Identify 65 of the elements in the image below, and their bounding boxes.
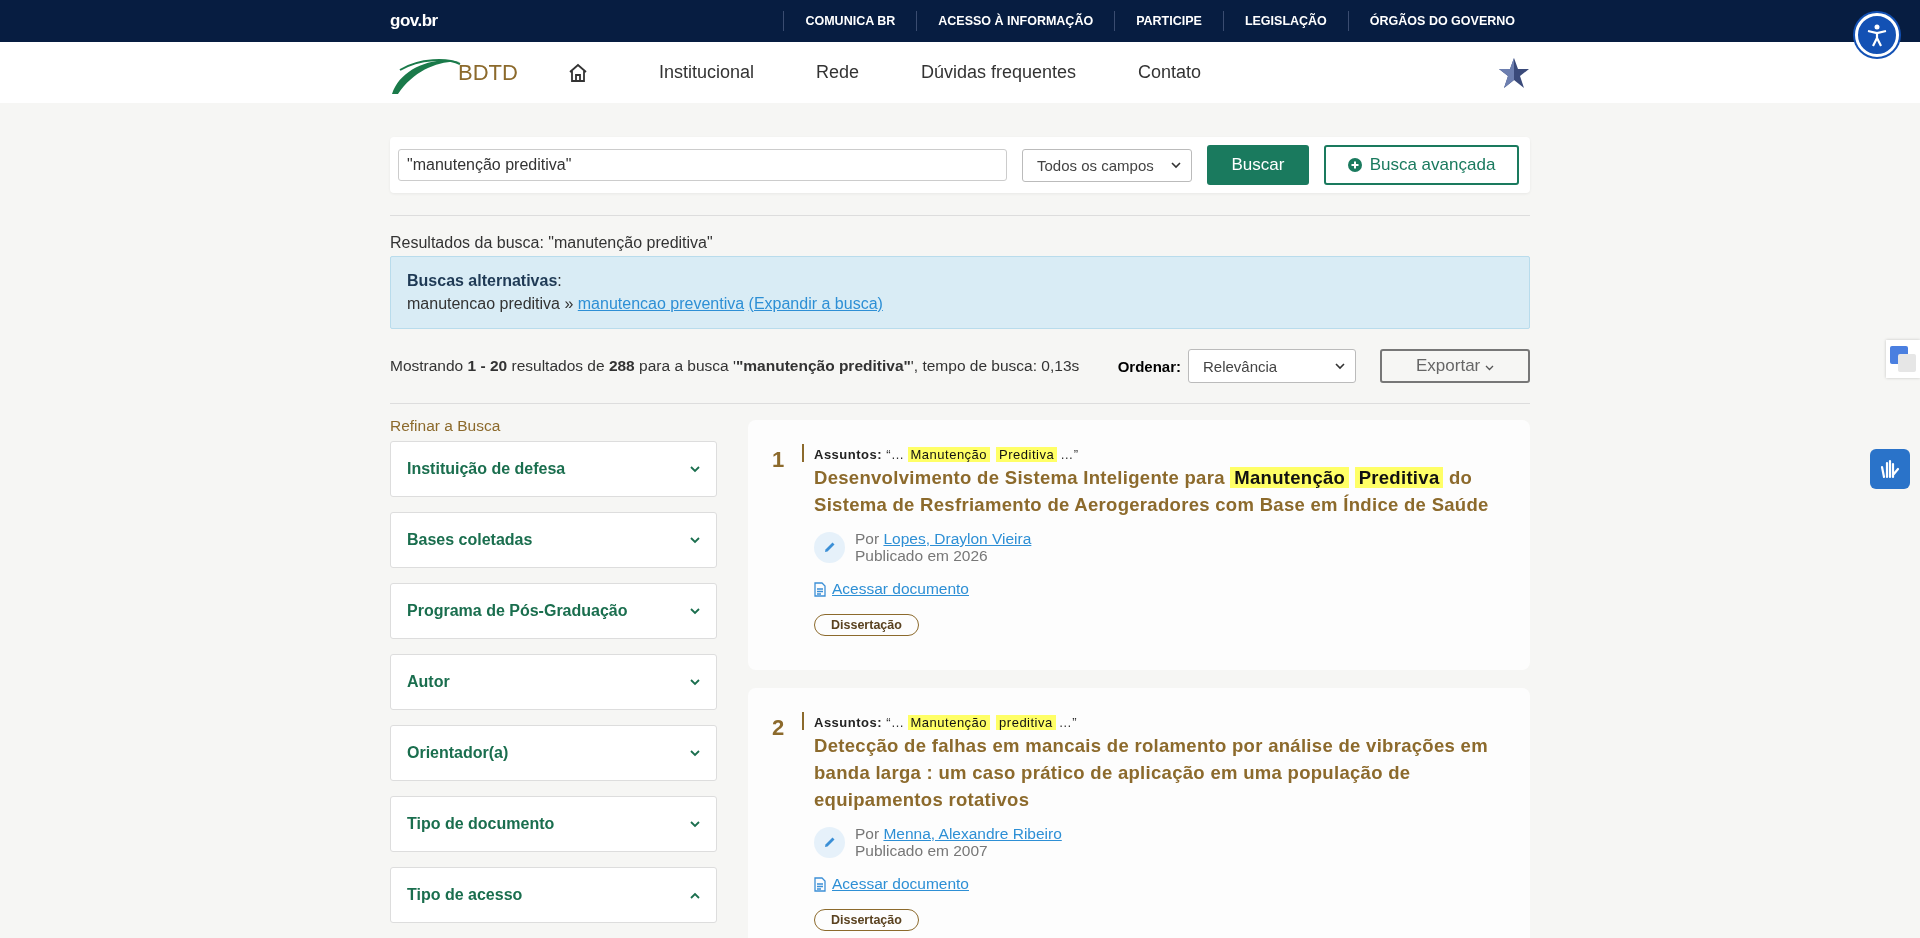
pencil-icon [814, 826, 845, 858]
plus-icon [1347, 158, 1362, 172]
document-icon [814, 876, 826, 892]
translate-icon[interactable] [1886, 340, 1920, 378]
gov-link[interactable]: ÓRGÃOS DO GOVERNO [1348, 14, 1536, 28]
nav-link[interactable]: Rede [815, 62, 859, 83]
alternatives-heading: Buscas alternativas: [407, 272, 563, 290]
home-icon[interactable] [567, 62, 588, 83]
subjects-label: Assuntos: [814, 447, 883, 462]
chevron-icon [1485, 365, 1494, 371]
published-date: Publicado em 2026 [855, 547, 989, 564]
facet-header[interactable]: Orientador(a) [390, 725, 717, 781]
sort-label: Ordenar: [1117, 357, 1181, 375]
result-title[interactable]: Desenvolvimento de Sistema Inteligente para Manutenção Preditiva do Sistema de Resfriamento de Aerogeradores com Base em Índice de Saúde [814, 464, 1500, 518]
star-emblem-icon [1498, 56, 1530, 89]
gov-link[interactable]: LEGISLAÇÃO [1223, 14, 1348, 28]
bdtd-logo[interactable]: BDTD [390, 49, 518, 96]
original-query: manutencao preditiva » [407, 295, 574, 312]
ellipsis-quote: …” [1058, 715, 1078, 730]
facet-header[interactable]: Programa de Pós-Graduação [390, 583, 717, 639]
highlighted-term: Manutenção [907, 447, 991, 462]
nav-link[interactable]: Dúvidas frequentes [921, 62, 1077, 83]
access-document-link[interactable]: Acessar documento [832, 875, 969, 893]
facet-header[interactable]: Tipo de documento [390, 796, 717, 852]
search-field[interactable]: "manutenção preditiva" [398, 149, 1007, 181]
subjects-label: Assuntos: [814, 715, 883, 730]
gov-link[interactable]: COMUNICA BR [784, 14, 917, 28]
field-select[interactable]: Todos os campos [1022, 148, 1192, 182]
result-number: 1 [772, 446, 786, 474]
highlighted-term: Manutenção [907, 715, 991, 730]
nav-link[interactable]: Institucional [658, 62, 754, 83]
result-number: 2 [772, 714, 786, 742]
ellipsis-quote: …” [1060, 447, 1079, 462]
refine-heading: Refinar a Busca [390, 417, 502, 435]
document-icon [814, 581, 826, 597]
hand-sign-icon[interactable] [1870, 449, 1910, 489]
gov-link[interactable]: PARTICIPE [1115, 14, 1223, 28]
facet-header[interactable]: Tipo de acesso [390, 867, 717, 923]
ellipsis-quote: “… [886, 447, 905, 462]
facet-header[interactable]: Bases coletadas [390, 512, 717, 568]
chevron-icon [1335, 362, 1345, 370]
sort-select[interactable]: Relevância [1188, 349, 1356, 383]
by-label: Por [855, 530, 880, 547]
facet-header[interactable]: Autor [390, 654, 717, 710]
result-title[interactable]: Detecção de falhas em mancais de rolamento por análise de vibrações em banda larga : um caso prático de aplicação em uma população de equipamentos rotativos [814, 732, 1500, 813]
author-link[interactable]: Menna, Alexandre Ribeiro [883, 825, 1062, 842]
results-summary: Mostrando 1 - 20 resultados de 288 para a busca '"manutenção preditiva"', tempo de busca: 0,13s [390, 357, 1080, 375]
govbr-logo[interactable]: gov.br [390, 11, 438, 31]
advanced-search-button[interactable]: Busca avançada [1324, 145, 1519, 185]
results-heading: Resultados da busca: "manutenção preditiva" [390, 234, 714, 252]
chevron-icon [1171, 161, 1181, 169]
gov-link[interactable]: ACESSO À INFORMAÇÃO [917, 14, 1115, 28]
export-button[interactable]: Exportar [1380, 349, 1530, 383]
search-button[interactable]: Buscar [1207, 145, 1309, 185]
accessibility-button[interactable] [1855, 13, 1899, 57]
nav-link[interactable]: Contato [1138, 62, 1202, 83]
by-label: Por [855, 825, 880, 842]
facet-header[interactable]: Instituição de defesa [390, 441, 717, 497]
pencil-icon [814, 531, 845, 563]
highlighted-term: preditiva [996, 715, 1056, 730]
highlighted-term: Preditiva [996, 447, 1058, 462]
access-document-link[interactable]: Acessar documento [832, 580, 969, 598]
published-date: Publicado em 2007 [855, 842, 989, 859]
ellipsis-quote: “… [886, 715, 905, 730]
author-link[interactable]: Lopes, Draylon Vieira [883, 530, 1032, 547]
